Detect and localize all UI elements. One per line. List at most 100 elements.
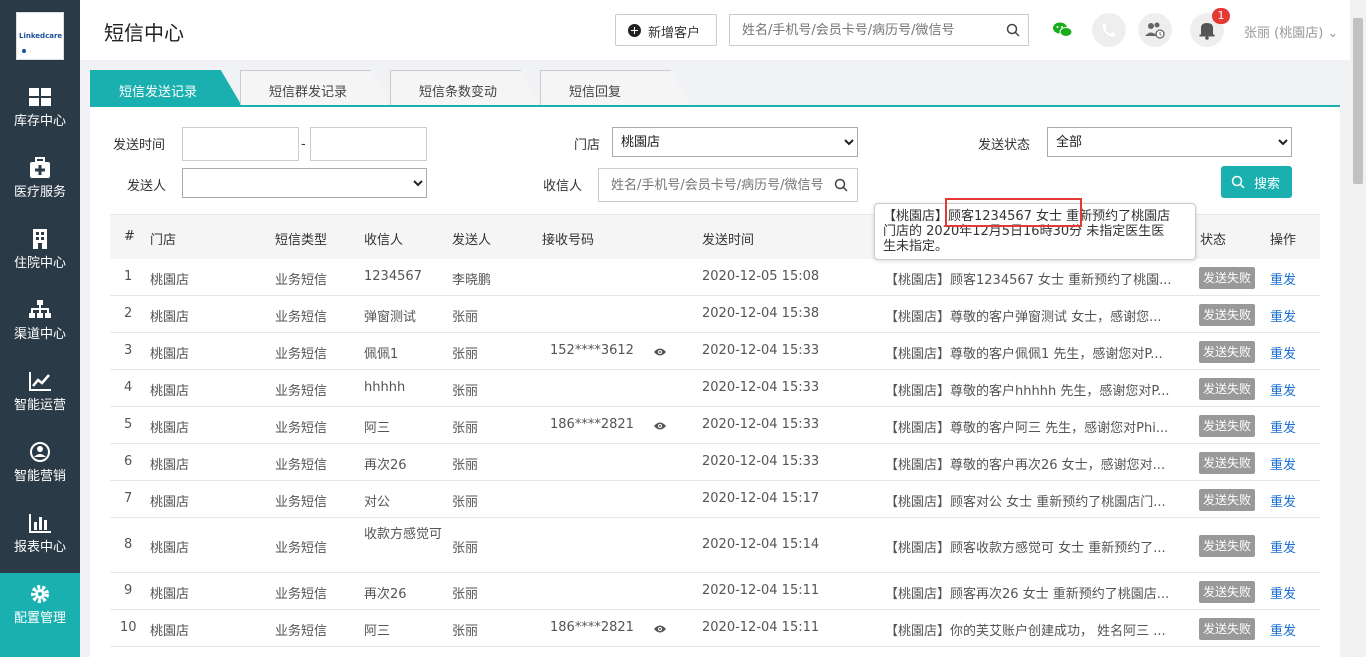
- global-search-input[interactable]: [730, 15, 998, 45]
- row-type: 业务短信: [275, 310, 328, 325]
- status-select[interactable]: 全部: [1047, 127, 1292, 157]
- row-sender: 张丽: [452, 458, 479, 473]
- row-index: 3: [124, 343, 133, 358]
- row-index: 4: [124, 380, 133, 395]
- row-recipient: 阿三: [364, 624, 391, 639]
- row-recipient: 弹窗测试: [364, 310, 417, 325]
- sidebar-item-channel[interactable]: 渠道中心: [0, 289, 80, 360]
- add-customer-button[interactable]: 新增客户: [615, 14, 717, 46]
- row-type: 业务短信: [275, 541, 328, 556]
- tab-replies[interactable]: 短信回复: [540, 70, 692, 106]
- end-date-input[interactable]: [310, 127, 427, 161]
- eye-icon[interactable]: [653, 347, 667, 357]
- row-content: 【桃園店】顾客再次26 女士 重新预约了桃園店...: [885, 587, 1170, 602]
- sidebar-item-settings[interactable]: 配置管理: [0, 573, 80, 657]
- user-menu[interactable]: 张丽 (桃園店) ⌄: [1244, 22, 1338, 41]
- search-button[interactable]: 搜索: [1221, 166, 1292, 198]
- medkit-icon: [30, 157, 50, 178]
- row-store: 桃園店: [150, 587, 190, 602]
- row-time: 2020-12-04 15:33: [702, 343, 820, 358]
- table-row: 4 桃園店 业务短信 hhhhh 张丽 2020-12-04 15:33 【桃園店】尊敬的客…: [110, 370, 1320, 407]
- row-time: 2020-12-05 15:08: [702, 269, 820, 284]
- start-date-input[interactable]: [182, 127, 299, 161]
- row-index: 7: [124, 491, 133, 506]
- row-recipient: hhhhh: [364, 380, 406, 395]
- logo-text: Linkedcare: [19, 32, 63, 40]
- resend-link[interactable]: 重发: [1270, 537, 1296, 556]
- row-content: 【桃園店】尊敬的客户弹窗测试 女士，感谢您...: [885, 310, 1162, 325]
- resend-link[interactable]: 重发: [1270, 491, 1296, 510]
- row-time: 2020-12-04 15:33: [702, 454, 820, 469]
- sidebar-item-label: 配置管理: [13, 611, 66, 626]
- resend-link[interactable]: 重发: [1270, 620, 1296, 639]
- scroll-thumb[interactable]: [1353, 18, 1363, 184]
- row-type: 业务短信: [275, 495, 328, 510]
- row-recipient: 再次26: [364, 587, 407, 602]
- tooltip-line: 生未指定。: [883, 239, 949, 254]
- table-row: 8 桃園店 业务短信 收款方感觉可 张丽 2020-12-04 15:14 【桃園店】顾客收…: [110, 518, 1320, 573]
- sidebar-item-operations[interactable]: 智能运营: [0, 360, 80, 431]
- row-phone: 186****2821: [550, 417, 634, 432]
- sidebar-item-marketing[interactable]: 智能营销: [0, 431, 80, 502]
- search-button-label: 搜索: [1254, 176, 1281, 191]
- gear-icon: [31, 585, 49, 603]
- row-store: 桃園店: [150, 384, 190, 399]
- resend-link[interactable]: 重发: [1270, 343, 1296, 362]
- resend-link[interactable]: 重发: [1270, 454, 1296, 473]
- row-content: 【桃園店】尊敬的客户再次26 女士，感谢您对...: [885, 458, 1166, 473]
- resend-link[interactable]: 重发: [1270, 269, 1296, 288]
- row-index: 8: [124, 537, 133, 552]
- row-time: 2020-12-04 15:14: [702, 537, 820, 552]
- row-sender: 张丽: [452, 495, 479, 510]
- wechat-icon[interactable]: [1046, 13, 1080, 47]
- marketing-icon: [30, 442, 50, 462]
- page-scrollbar[interactable]: [1350, 0, 1366, 657]
- resend-link[interactable]: 重发: [1270, 417, 1296, 436]
- tab-quota-changes[interactable]: 短信条数变动: [390, 70, 542, 106]
- col-type: 短信类型: [275, 233, 328, 248]
- users-clock-icon[interactable]: [1138, 13, 1172, 47]
- sidebar-item-label: 报表中心: [13, 540, 66, 555]
- sidebar-item-inpatient[interactable]: 住院中心: [0, 218, 80, 289]
- status-badge: 发送失败: [1199, 304, 1255, 326]
- search-icon[interactable]: [1006, 23, 1020, 37]
- row-type: 业务短信: [275, 347, 328, 362]
- notification-badge: 1: [1212, 8, 1230, 24]
- phone-icon[interactable]: [1092, 13, 1126, 47]
- resend-link[interactable]: 重发: [1270, 306, 1296, 325]
- row-sender: 张丽: [452, 347, 479, 362]
- status-label: 发送状态: [978, 138, 1031, 153]
- row-content: 【桃園店】尊敬的客户hhhhh 先生，感谢您对P...: [885, 384, 1170, 399]
- eye-icon[interactable]: [653, 624, 667, 634]
- col-index: #: [124, 229, 135, 244]
- sender-select[interactable]: [182, 168, 427, 198]
- row-sender: 李晓鹏: [452, 273, 492, 288]
- sidebar: Linkedcare 库存中心 医疗服务 住院中心 渠道中心 智能运营 智能营销…: [0, 0, 80, 657]
- tab-bulk-records[interactable]: 短信群发记录: [240, 70, 392, 106]
- logo[interactable]: Linkedcare: [16, 12, 64, 60]
- date-separator: -: [301, 137, 306, 152]
- resend-link[interactable]: 重发: [1270, 583, 1296, 602]
- tab-send-records[interactable]: 短信发送记录: [90, 70, 242, 106]
- sidebar-item-medical[interactable]: 医疗服务: [0, 147, 80, 218]
- row-recipient: 阿三: [364, 421, 391, 436]
- recipient-input[interactable]: [598, 168, 858, 202]
- row-content: 【桃園店】尊敬的客户阿三 先生，感谢您对Phi...: [885, 421, 1169, 436]
- row-store: 桃園店: [150, 541, 190, 556]
- sidebar-item-inventory[interactable]: 库存中心: [0, 76, 80, 147]
- store-select[interactable]: 桃園店: [612, 127, 858, 157]
- table-row: 2 桃園店 业务短信 弹窗测试 张丽 2020-12-04 15:38 【桃園店】尊敬的客户…: [110, 296, 1320, 333]
- col-sender: 发送人: [452, 233, 492, 248]
- row-type: 业务短信: [275, 421, 328, 436]
- row-recipient: 佩佩1: [364, 347, 399, 362]
- row-type: 业务短信: [275, 624, 328, 639]
- row-type: 业务短信: [275, 273, 328, 288]
- row-sender: 张丽: [452, 541, 479, 556]
- search-icon[interactable]: [834, 178, 848, 192]
- resend-link[interactable]: 重发: [1270, 380, 1296, 399]
- row-time: 2020-12-04 15:17: [702, 491, 820, 506]
- eye-icon[interactable]: [653, 421, 667, 431]
- hierarchy-icon: [29, 300, 51, 318]
- row-index: 2: [124, 306, 133, 321]
- sidebar-item-reports[interactable]: 报表中心: [0, 502, 80, 573]
